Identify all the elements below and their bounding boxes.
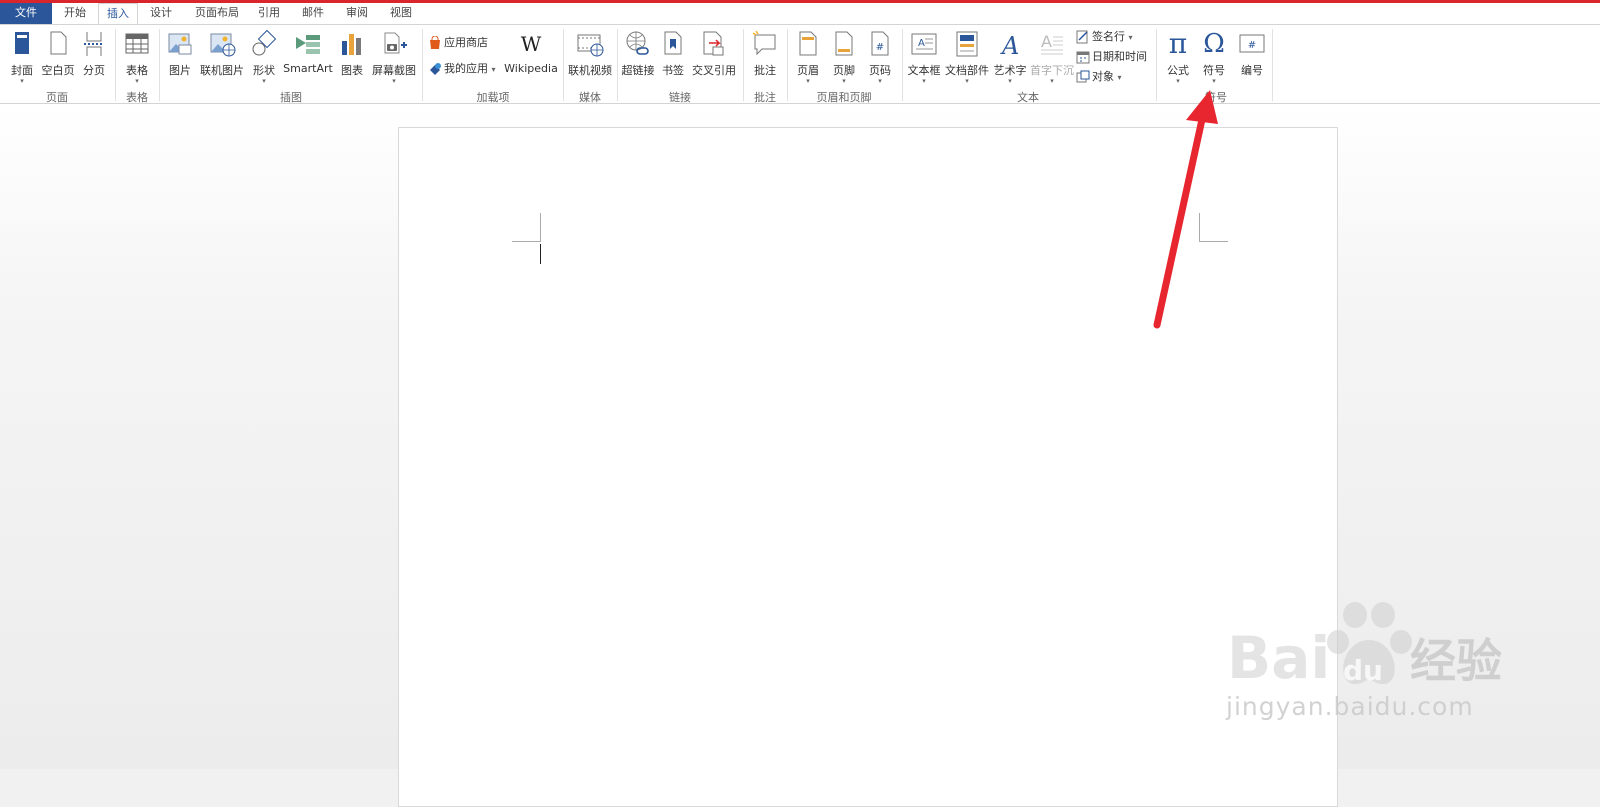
header-button[interactable]: 页眉 ▾	[792, 27, 824, 89]
svg-text:du: du	[1343, 654, 1383, 687]
tab-insert[interactable]: 插入	[98, 3, 138, 25]
group-label-text: 文本	[1017, 91, 1039, 104]
page-break-icon	[84, 32, 104, 56]
shapes-button[interactable]: 形状 ▾	[248, 27, 280, 89]
cross-reference-icon	[703, 31, 724, 56]
watermark-url: jingyan.baidu.com	[1226, 692, 1474, 721]
tab-page-layout[interactable]: 页面布局	[186, 3, 248, 24]
drop-cap-button: A 首字下沉 ▾	[1030, 27, 1074, 89]
blank-page-icon	[50, 31, 67, 55]
online-video-button[interactable]: 联机视频	[566, 27, 614, 89]
text-box-button[interactable]: A 文本框 ▾	[906, 27, 942, 89]
group-label-symbols: 符号	[1205, 91, 1227, 104]
picture-icon	[168, 33, 192, 55]
group-label-links: 链接	[669, 91, 691, 104]
symbol-button[interactable]: Ω 符号 ▾	[1196, 27, 1232, 89]
page-break-button[interactable]: 分页	[78, 27, 110, 89]
group-label-comments: 批注	[754, 91, 776, 104]
document-page[interactable]	[398, 127, 1338, 807]
my-apps-button[interactable]: 我的应用 ▾	[428, 59, 496, 79]
number-button[interactable]: # 编号	[1234, 27, 1270, 89]
screenshot-button[interactable]: 屏幕截图 ▾	[370, 27, 418, 89]
svg-text:A: A	[918, 38, 925, 49]
screenshot-icon	[384, 32, 407, 54]
svg-text:Bai: Bai	[1227, 624, 1330, 692]
footer-icon	[835, 31, 853, 56]
margin-corner-top-left	[512, 213, 541, 242]
ribbon: 封面 ▾ 空白页 分页 页面 表格 ▾ 表格 图片 联机图片 形状 ▾ SmartAr…	[0, 24, 1600, 104]
footer-button[interactable]: 页脚 ▾	[828, 27, 860, 89]
group-label-page: 页面	[46, 91, 68, 104]
tab-file[interactable]: 文件	[0, 3, 52, 24]
online-pictures-button[interactable]: 联机图片	[199, 27, 245, 89]
hyperlink-icon	[626, 31, 649, 55]
group-label-illustrations: 插图	[280, 91, 302, 104]
signature-line-button[interactable]: 签名行 ▾	[1076, 27, 1133, 47]
wordart-icon: A	[1000, 32, 1019, 59]
text-cursor	[540, 244, 541, 264]
hyperlink-button[interactable]: 超链接	[620, 27, 656, 89]
text-box-icon: A	[911, 33, 937, 55]
equation-button[interactable]: π 公式 ▾	[1160, 27, 1196, 89]
wordart-button[interactable]: A 艺术字 ▾	[992, 27, 1028, 89]
quick-parts-icon	[956, 31, 978, 57]
number-icon: #	[1239, 34, 1265, 53]
cross-reference-button[interactable]: 交叉引用	[690, 27, 738, 89]
group-label-media: 媒体	[579, 91, 601, 104]
group-label-addins: 加载项	[476, 91, 510, 104]
my-apps-icon	[430, 63, 441, 75]
tab-mailings[interactable]: 邮件	[296, 3, 330, 24]
pi-icon: π	[1168, 27, 1188, 60]
drop-cap-icon: A	[1041, 32, 1063, 55]
online-video-icon	[577, 34, 604, 57]
blank-page-button[interactable]: 空白页	[40, 27, 76, 89]
tab-references[interactable]: 引用	[252, 3, 286, 24]
cover-page-button[interactable]: 封面 ▾	[6, 27, 38, 89]
tab-review[interactable]: 审阅	[340, 3, 374, 24]
object-button[interactable]: 对象 ▾	[1076, 67, 1122, 87]
object-icon	[1076, 70, 1090, 83]
svg-text:A: A	[1041, 32, 1052, 51]
shapes-icon	[252, 29, 277, 56]
header-icon	[799, 31, 817, 56]
svg-text:A: A	[1000, 32, 1019, 59]
quick-parts-button[interactable]: 文档部件 ▾	[944, 27, 990, 89]
calendar-icon	[1076, 51, 1090, 64]
comment-icon	[752, 30, 776, 56]
tab-design[interactable]: 设计	[142, 3, 180, 24]
online-picture-icon	[210, 33, 236, 57]
table-icon	[125, 33, 149, 54]
tab-view[interactable]: 视图	[384, 3, 418, 24]
group-label-header-footer: 页眉和页脚	[816, 91, 872, 104]
store-icon	[430, 36, 440, 49]
chart-icon	[342, 34, 361, 55]
wikipedia-button[interactable]: W Wikipedia	[504, 27, 558, 89]
cover-page-icon	[15, 32, 29, 54]
table-button[interactable]: 表格 ▾	[120, 27, 154, 89]
group-label-table: 表格	[126, 91, 148, 104]
chart-button[interactable]: 图表	[336, 27, 368, 89]
page-number-button[interactable]: # 页码 ▾	[864, 27, 896, 89]
smartart-icon	[296, 35, 320, 54]
store-button[interactable]: 应用商店	[428, 33, 488, 53]
bookmark-button[interactable]: 书签	[658, 27, 688, 89]
signature-line-icon	[1076, 30, 1088, 44]
pictures-button[interactable]: 图片	[164, 27, 196, 89]
margin-corner-top-right	[1199, 213, 1228, 242]
wikipedia-icon: W	[520, 32, 542, 56]
page-number-icon: #	[871, 31, 889, 56]
ribbon-tabs: 文件 开始 插入 设计 页面布局 引用 邮件 审阅 视图	[0, 3, 1600, 25]
omega-icon: Ω	[1203, 29, 1225, 59]
new-comment-button[interactable]: 批注	[748, 27, 782, 89]
smartart-button[interactable]: SmartArt	[282, 27, 334, 89]
svg-text:#: #	[1248, 40, 1256, 51]
bookmark-icon	[664, 31, 682, 55]
date-time-button[interactable]: 日期和时间	[1076, 47, 1147, 67]
svg-text:#: #	[876, 42, 884, 53]
tab-home[interactable]: 开始	[56, 3, 94, 24]
watermark-jingyan-text: 经验	[1410, 634, 1502, 688]
